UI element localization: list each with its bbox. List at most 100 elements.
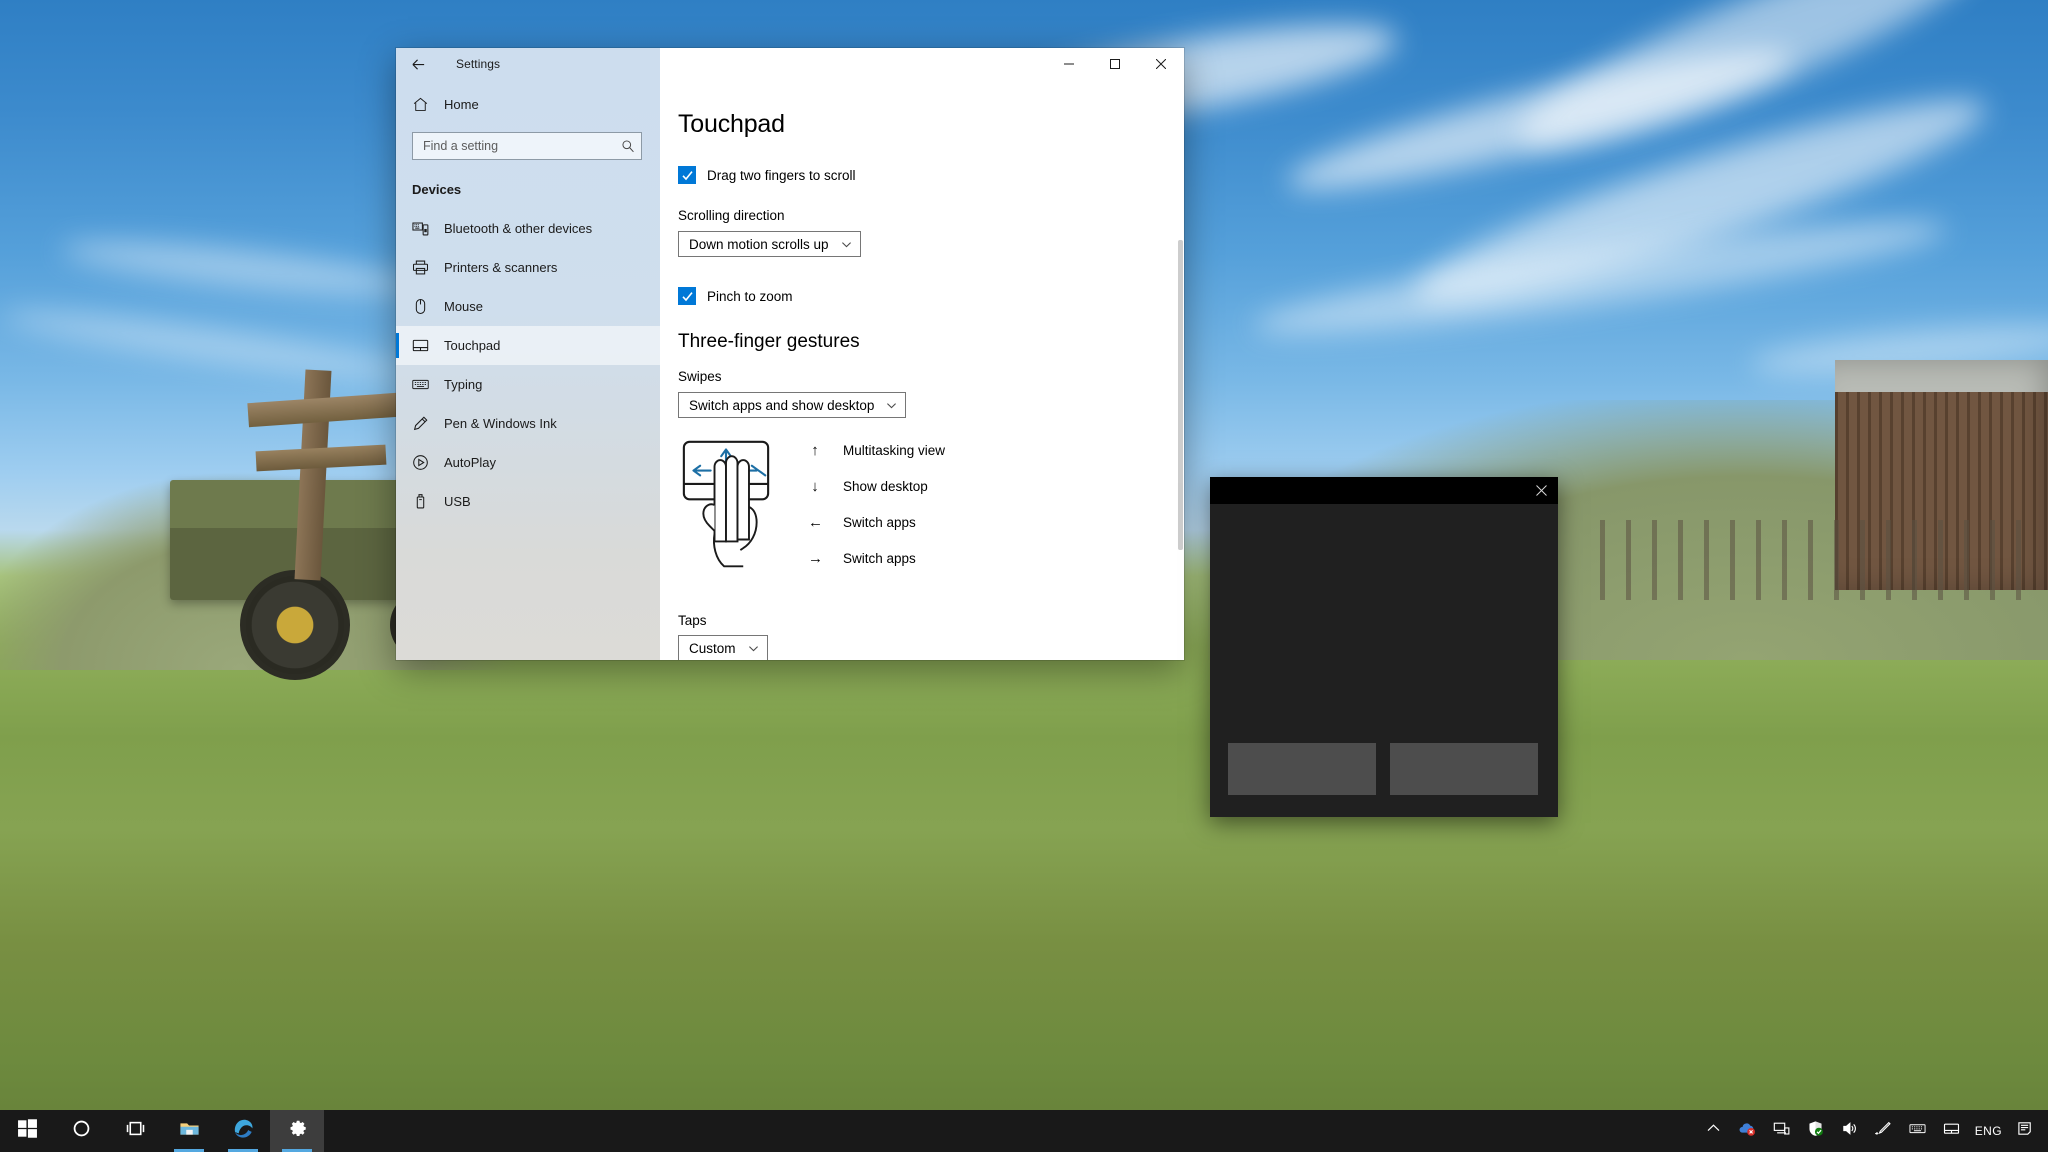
security-status-button[interactable] bbox=[1799, 1110, 1833, 1152]
maximize-button[interactable] bbox=[1092, 48, 1138, 80]
home-icon bbox=[410, 96, 430, 113]
sidebar-item-label: Bluetooth & other devices bbox=[444, 221, 592, 236]
touchpad-icon bbox=[1943, 1120, 1960, 1142]
task-view-button[interactable] bbox=[108, 1110, 162, 1152]
gesture-row-up: ↑ Multitasking view bbox=[808, 442, 945, 459]
overlay-panel-button[interactable] bbox=[1390, 743, 1538, 795]
speaker-icon bbox=[1841, 1120, 1858, 1142]
three-finger-section-title: Three-finger gestures bbox=[678, 331, 1184, 353]
gesture-label: Switch apps bbox=[843, 515, 916, 530]
back-button[interactable] bbox=[396, 48, 440, 80]
autoplay-icon bbox=[410, 453, 430, 473]
chevron-down-icon bbox=[841, 239, 852, 250]
windows-logo-icon bbox=[17, 1118, 38, 1144]
sidebar-item-home[interactable]: Home bbox=[396, 84, 660, 124]
sidebar-item-printers-scanners[interactable]: Printers & scanners bbox=[396, 248, 660, 287]
touch-keyboard-button[interactable] bbox=[1901, 1110, 1935, 1152]
scrolling-direction-dropdown[interactable]: Down motion scrolls up bbox=[678, 231, 861, 257]
usb-icon bbox=[410, 492, 430, 512]
touchpad-gesture-illustration bbox=[678, 438, 774, 601]
minimize-button[interactable] bbox=[1046, 48, 1092, 80]
drag-two-fingers-row[interactable]: Drag two fingers to scroll bbox=[678, 166, 1184, 184]
swipes-value: Switch apps and show desktop bbox=[689, 398, 874, 413]
overlay-panel bbox=[1210, 477, 1558, 817]
window-title-bar: Settings bbox=[396, 48, 1184, 80]
close-button[interactable] bbox=[1138, 48, 1184, 80]
settings-button[interactable] bbox=[270, 1110, 324, 1152]
notifications-icon bbox=[2017, 1120, 2034, 1142]
start-button[interactable] bbox=[0, 1110, 54, 1152]
title-bar-controls bbox=[660, 48, 1184, 80]
window-title: Settings bbox=[456, 57, 500, 71]
spacer bbox=[678, 257, 1184, 277]
chevron-down-icon bbox=[748, 643, 759, 654]
drag-two-fingers-label: Drag two fingers to scroll bbox=[707, 168, 856, 183]
edge-button[interactable] bbox=[216, 1110, 270, 1152]
language-label: ENG bbox=[1975, 1124, 2002, 1138]
arrow-down-icon: ↓ bbox=[808, 478, 822, 495]
pen-icon bbox=[410, 414, 430, 434]
window-body: Home Devices bbox=[396, 80, 1184, 660]
pinch-to-zoom-row[interactable]: Pinch to zoom bbox=[678, 287, 1184, 305]
pen-workspace-button[interactable] bbox=[1867, 1110, 1901, 1152]
pinch-to-zoom-checkbox[interactable] bbox=[678, 287, 696, 305]
volume-button[interactable] bbox=[1833, 1110, 1867, 1152]
overlay-panel-button[interactable] bbox=[1228, 743, 1376, 795]
sidebar-item-bluetooth-other-devices[interactable]: Bluetooth & other devices bbox=[396, 209, 660, 248]
close-icon[interactable] bbox=[1524, 477, 1558, 504]
wagon-wheel-decoration bbox=[240, 570, 350, 680]
scrollbar-thumb[interactable] bbox=[1178, 240, 1183, 550]
arrow-left-icon: ← bbox=[808, 514, 822, 531]
language-indicator[interactable]: ENG bbox=[1969, 1110, 2008, 1152]
content-scrollbar[interactable] bbox=[1177, 80, 1184, 660]
overlay-panel-body bbox=[1210, 504, 1558, 817]
sidebar-item-touchpad[interactable]: Touchpad bbox=[396, 326, 660, 365]
sidebar-item-label: USB bbox=[444, 494, 471, 509]
action-center-button[interactable] bbox=[2008, 1110, 2042, 1152]
taskbar: ENG bbox=[0, 1110, 2048, 1152]
folder-icon bbox=[179, 1118, 200, 1144]
sidebar-item-label: AutoPlay bbox=[444, 455, 496, 470]
gesture-illustration-area: ↑ Multitasking view ↓ Show desktop ← Swi… bbox=[678, 438, 1184, 601]
chevron-down-icon bbox=[886, 400, 897, 411]
bluetooth-devices-icon bbox=[410, 219, 430, 239]
scrolling-direction-value: Down motion scrolls up bbox=[689, 237, 829, 252]
network-status-button[interactable] bbox=[1765, 1110, 1799, 1152]
cloud-decoration bbox=[59, 231, 421, 304]
settings-window: Settings Home bbox=[396, 48, 1184, 660]
sidebar-item-autoplay[interactable]: AutoPlay bbox=[396, 443, 660, 482]
drag-two-fingers-checkbox[interactable] bbox=[678, 166, 696, 184]
gesture-row-right: → Switch apps bbox=[808, 550, 945, 567]
gesture-row-down: ↓ Show desktop bbox=[808, 478, 945, 495]
arrow-right-icon: → bbox=[808, 550, 822, 567]
taps-label: Taps bbox=[678, 613, 1184, 628]
file-explorer-button[interactable] bbox=[162, 1110, 216, 1152]
sidebar-item-label: Pen & Windows Ink bbox=[444, 416, 557, 431]
sidebar-item-label: Typing bbox=[444, 377, 482, 392]
sidebar-item-pen-windows-ink[interactable]: Pen & Windows Ink bbox=[396, 404, 660, 443]
touchpad-icon bbox=[410, 336, 430, 356]
sidebar-item-mouse[interactable]: Mouse bbox=[396, 287, 660, 326]
sidebar-item-label: Mouse bbox=[444, 299, 483, 314]
swipes-dropdown[interactable]: Switch apps and show desktop bbox=[678, 392, 906, 418]
keyboard-icon bbox=[1909, 1120, 1926, 1142]
touchpad-tray-button[interactable] bbox=[1935, 1110, 1969, 1152]
gesture-label: Show desktop bbox=[843, 479, 928, 494]
pen-icon bbox=[1875, 1120, 1892, 1142]
show-hidden-icons-button[interactable] bbox=[1697, 1110, 1731, 1152]
search-icon bbox=[621, 139, 635, 153]
sidebar-item-typing[interactable]: Typing bbox=[396, 365, 660, 404]
chevron-up-icon bbox=[1705, 1120, 1722, 1142]
taps-value: Custom bbox=[689, 641, 736, 656]
onedrive-icon bbox=[1739, 1120, 1756, 1142]
taps-dropdown[interactable]: Custom bbox=[678, 635, 768, 660]
fence-crossbar-decoration bbox=[256, 445, 387, 472]
arrow-up-icon: ↑ bbox=[808, 442, 822, 459]
cortana-button[interactable] bbox=[54, 1110, 108, 1152]
gesture-label: Switch apps bbox=[843, 551, 916, 566]
fence-decoration bbox=[1600, 520, 2040, 600]
search-input[interactable] bbox=[423, 139, 621, 153]
onedrive-status-button[interactable] bbox=[1731, 1110, 1765, 1152]
search-box[interactable] bbox=[412, 132, 642, 160]
sidebar-item-usb[interactable]: USB bbox=[396, 482, 660, 521]
